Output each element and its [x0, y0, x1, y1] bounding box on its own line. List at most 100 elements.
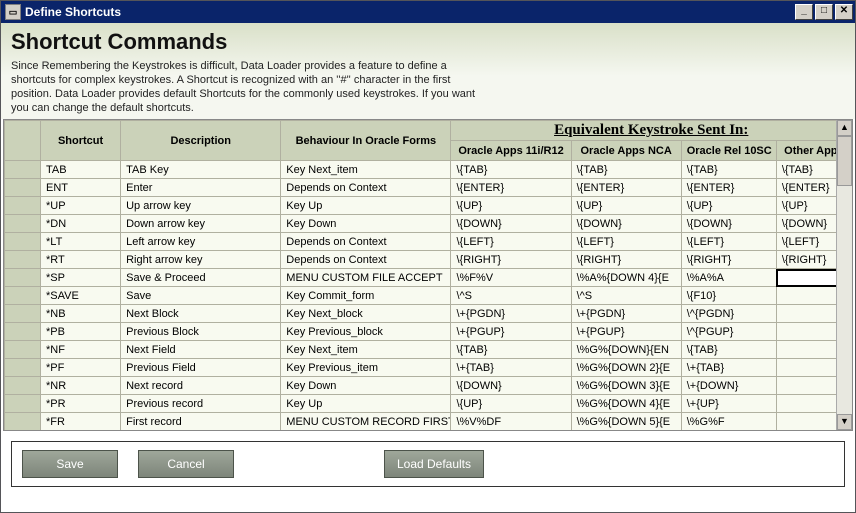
- cell-rel10sc[interactable]: \^{PGUP}: [681, 323, 776, 341]
- row-handle[interactable]: [5, 251, 41, 269]
- shortcuts-grid-scroll[interactable]: Shortcut Description Behaviour In Oracle…: [4, 120, 852, 430]
- close-button[interactable]: ✕: [835, 4, 853, 20]
- cancel-button[interactable]: Cancel: [138, 450, 234, 478]
- save-button[interactable]: Save: [22, 450, 118, 478]
- cell-appsnca[interactable]: \%A%{DOWN 4}{E: [571, 269, 681, 287]
- cell-description[interactable]: Enter: [121, 179, 281, 197]
- load-defaults-button[interactable]: Load Defaults: [384, 450, 484, 478]
- cell-rel10sc[interactable]: \{TAB}: [681, 341, 776, 359]
- cell-shortcut[interactable]: *RT: [41, 251, 121, 269]
- col-shortcut[interactable]: Shortcut: [41, 121, 121, 161]
- row-handle[interactable]: [5, 197, 41, 215]
- row-handle[interactable]: [5, 233, 41, 251]
- cell-behaviour[interactable]: Depends on Context: [281, 179, 451, 197]
- maximize-button[interactable]: □: [815, 4, 833, 20]
- col-behaviour[interactable]: Behaviour In Oracle Forms: [281, 121, 451, 161]
- cell-appsnca[interactable]: \{ENTER}: [571, 179, 681, 197]
- table-row[interactable]: *NBNext BlockKey Next_block\+{PGDN}\+{PG…: [5, 305, 852, 323]
- cell-behaviour[interactable]: Key Down: [281, 215, 451, 233]
- cell-description[interactable]: First record: [121, 413, 281, 431]
- cell-shortcut[interactable]: *NF: [41, 341, 121, 359]
- col-description[interactable]: Description: [121, 121, 281, 161]
- cell-apps11[interactable]: \%V%DF: [451, 413, 571, 431]
- cell-apps11[interactable]: \{TAB}: [451, 341, 571, 359]
- row-handle[interactable]: [5, 179, 41, 197]
- cell-rel10sc[interactable]: \%A%A: [681, 269, 776, 287]
- cell-description[interactable]: Save & Proceed: [121, 269, 281, 287]
- table-row[interactable]: *DNDown arrow keyKey Down\{DOWN}\{DOWN}\…: [5, 215, 852, 233]
- cell-behaviour[interactable]: Depends on Context: [281, 251, 451, 269]
- cell-apps11[interactable]: \%F%V: [451, 269, 571, 287]
- cell-description[interactable]: Next Block: [121, 305, 281, 323]
- cell-description[interactable]: Previous Field: [121, 359, 281, 377]
- cell-behaviour[interactable]: MENU CUSTOM FILE ACCEPT: [281, 269, 451, 287]
- table-row[interactable]: *PBPrevious BlockKey Previous_block\+{PG…: [5, 323, 852, 341]
- cell-description[interactable]: Previous Block: [121, 323, 281, 341]
- cell-shortcut[interactable]: ENT: [41, 179, 121, 197]
- cell-rel10sc[interactable]: \{F10}: [681, 287, 776, 305]
- cell-behaviour[interactable]: Depends on Context: [281, 233, 451, 251]
- cell-apps11[interactable]: \{UP}: [451, 197, 571, 215]
- cell-rel10sc[interactable]: \+{TAB}: [681, 359, 776, 377]
- cell-appsnca[interactable]: \{LEFT}: [571, 233, 681, 251]
- shortcuts-grid[interactable]: Shortcut Description Behaviour In Oracle…: [4, 120, 852, 430]
- cell-description[interactable]: Down arrow key: [121, 215, 281, 233]
- cell-shortcut[interactable]: *SAVE: [41, 287, 121, 305]
- cell-appsnca[interactable]: \%G%{DOWN 2}{E: [571, 359, 681, 377]
- cell-behaviour[interactable]: Key Previous_item: [281, 359, 451, 377]
- scroll-track[interactable]: [837, 186, 852, 414]
- cell-apps11[interactable]: \{UP}: [451, 395, 571, 413]
- cell-shortcut[interactable]: *UP: [41, 197, 121, 215]
- cell-shortcut[interactable]: TAB: [41, 161, 121, 179]
- cell-shortcut[interactable]: *FR: [41, 413, 121, 431]
- cell-appsnca[interactable]: \{RIGHT}: [571, 251, 681, 269]
- cell-shortcut[interactable]: *PR: [41, 395, 121, 413]
- row-handle[interactable]: [5, 341, 41, 359]
- cell-shortcut[interactable]: *SP: [41, 269, 121, 287]
- row-handle[interactable]: [5, 413, 41, 431]
- cell-rel10sc[interactable]: \{LEFT}: [681, 233, 776, 251]
- cell-behaviour[interactable]: MENU CUSTOM RECORD FIRST: [281, 413, 451, 431]
- cell-rel10sc[interactable]: \{DOWN}: [681, 215, 776, 233]
- cell-appsnca[interactable]: \%G%{DOWN 4}{E: [571, 395, 681, 413]
- table-row[interactable]: *NFNext FieldKey Next_item\{TAB}\%G%{DOW…: [5, 341, 852, 359]
- cell-appsnca[interactable]: \%G%{DOWN}{EN: [571, 341, 681, 359]
- table-row[interactable]: *LTLeft arrow keyDepends on Context\{LEF…: [5, 233, 852, 251]
- cell-description[interactable]: Up arrow key: [121, 197, 281, 215]
- cell-description[interactable]: Right arrow key: [121, 251, 281, 269]
- cell-apps11[interactable]: \{DOWN}: [451, 215, 571, 233]
- cell-apps11[interactable]: \{RIGHT}: [451, 251, 571, 269]
- cell-shortcut[interactable]: *NB: [41, 305, 121, 323]
- cell-behaviour[interactable]: Key Up: [281, 197, 451, 215]
- row-handle[interactable]: [5, 395, 41, 413]
- cell-appsnca[interactable]: \{UP}: [571, 197, 681, 215]
- cell-behaviour[interactable]: Key Commit_form: [281, 287, 451, 305]
- cell-description[interactable]: TAB Key: [121, 161, 281, 179]
- scroll-down-arrow-icon[interactable]: ▼: [837, 414, 852, 430]
- table-row[interactable]: *RTRight arrow keyDepends on Context\{RI…: [5, 251, 852, 269]
- cell-appsnca[interactable]: \^S: [571, 287, 681, 305]
- cell-rel10sc[interactable]: \%G%F: [681, 413, 776, 431]
- cell-apps11[interactable]: \{ENTER}: [451, 179, 571, 197]
- table-row[interactable]: *SAVESaveKey Commit_form\^S\^S\{F10}: [5, 287, 852, 305]
- cell-rel10sc[interactable]: \{TAB}: [681, 161, 776, 179]
- cell-appsnca[interactable]: \+{PGUP}: [571, 323, 681, 341]
- table-row[interactable]: *PRPrevious recordKey Up\{UP}\%G%{DOWN 4…: [5, 395, 852, 413]
- table-row[interactable]: TABTAB KeyKey Next_item\{TAB}\{TAB}\{TAB…: [5, 161, 852, 179]
- row-handle[interactable]: [5, 305, 41, 323]
- cell-shortcut[interactable]: *NR: [41, 377, 121, 395]
- row-handle[interactable]: [5, 215, 41, 233]
- cell-appsnca[interactable]: \+{PGDN}: [571, 305, 681, 323]
- table-row[interactable]: ENTEnterDepends on Context\{ENTER}\{ENTE…: [5, 179, 852, 197]
- cell-rel10sc[interactable]: \^{PGDN}: [681, 305, 776, 323]
- row-handle[interactable]: [5, 287, 41, 305]
- col-rel10sc[interactable]: Oracle Rel 10SC: [681, 141, 776, 161]
- cell-appsnca[interactable]: \%G%{DOWN 3}{E: [571, 377, 681, 395]
- cell-appsnca[interactable]: \{DOWN}: [571, 215, 681, 233]
- row-handle[interactable]: [5, 269, 41, 287]
- table-row[interactable]: *UPUp arrow keyKey Up\{UP}\{UP}\{UP}\{UP…: [5, 197, 852, 215]
- cell-behaviour[interactable]: Key Previous_block: [281, 323, 451, 341]
- cell-rel10sc[interactable]: \{RIGHT}: [681, 251, 776, 269]
- col-apps11[interactable]: Oracle Apps 11i/R12: [451, 141, 571, 161]
- cell-appsnca[interactable]: \{TAB}: [571, 161, 681, 179]
